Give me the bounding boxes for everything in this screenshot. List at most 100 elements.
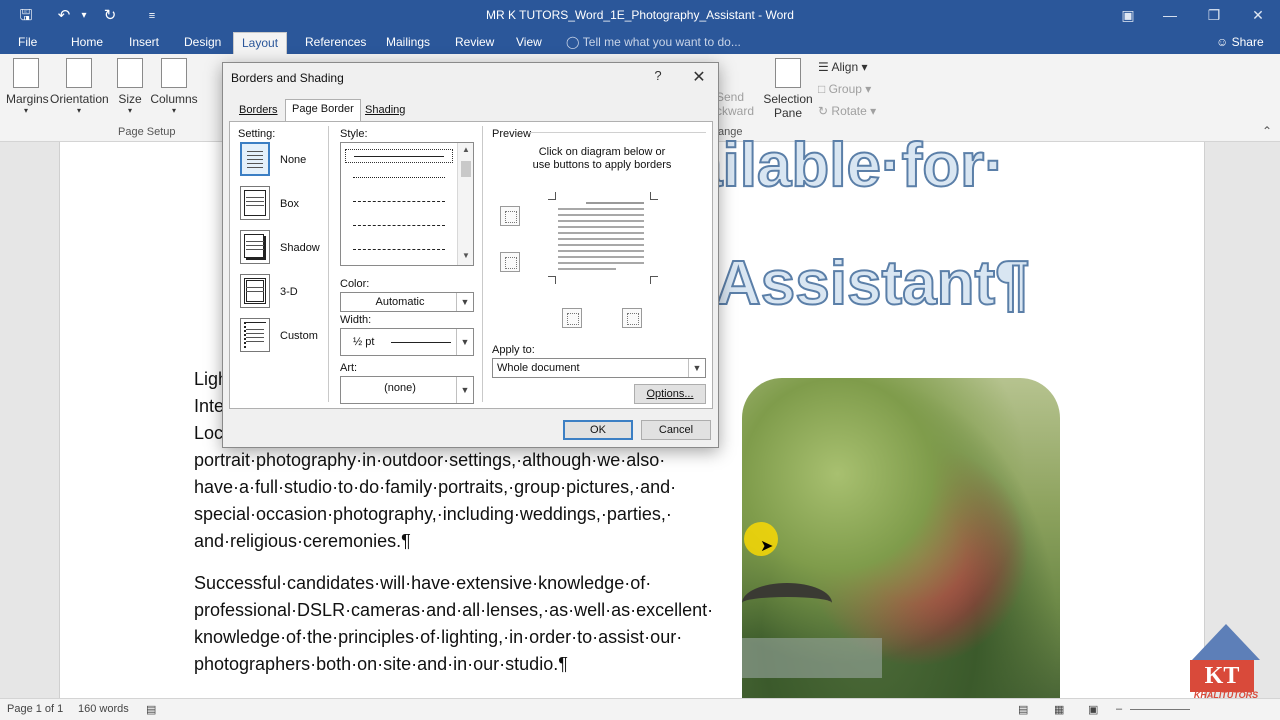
- tab-view[interactable]: View: [508, 32, 550, 54]
- lightbulb-icon: ◯: [566, 35, 580, 49]
- chevron-down-icon: ▼: [456, 293, 473, 311]
- send-backward-button[interactable]: Send ckward: [716, 90, 754, 118]
- style-dash-dot-line[interactable]: [345, 243, 453, 257]
- art-label: Art:: [340, 362, 358, 374]
- tab-design[interactable]: Design: [176, 32, 229, 54]
- ribbon-display-icon[interactable]: ▣: [1114, 4, 1142, 26]
- garden-photo[interactable]: [742, 378, 1060, 698]
- style-small-dash-line[interactable]: [345, 195, 453, 209]
- group-icon: □: [818, 82, 826, 96]
- group-button[interactable]: □ Group ▾: [818, 82, 871, 96]
- margins-icon: [13, 58, 39, 88]
- chevron-down-icon: ▼: [688, 359, 705, 377]
- close-window-button[interactable]: ✕: [1244, 4, 1272, 26]
- dialog-title: Borders and Shading: [231, 71, 344, 85]
- scroll-down-icon[interactable]: ▼: [458, 251, 474, 260]
- tab-review[interactable]: Review: [447, 32, 502, 54]
- size-icon: [117, 58, 143, 88]
- tell-me-search[interactable]: ◯ Tell me what you want to do...: [566, 32, 741, 54]
- top-border-button[interactable]: [500, 206, 520, 226]
- setting-custom-icon[interactable]: [240, 318, 270, 352]
- preview-rule: [530, 132, 706, 133]
- tab-file[interactable]: File: [10, 32, 45, 54]
- setting-box-label[interactable]: Box: [280, 198, 299, 210]
- left-border-button[interactable]: [562, 308, 582, 328]
- options-button[interactable]: Options...: [634, 384, 706, 404]
- cancel-button[interactable]: Cancel: [641, 420, 711, 440]
- color-label: Color:: [340, 278, 370, 290]
- width-sample-line: [391, 342, 451, 343]
- word-count[interactable]: 160 words: [78, 703, 129, 715]
- tab-home[interactable]: Home: [63, 32, 111, 54]
- preview-label: Preview: [492, 128, 532, 140]
- bridge-shape: [742, 583, 832, 623]
- proofing-icon[interactable]: ▤: [146, 703, 156, 716]
- setting-shadow-icon[interactable]: [240, 230, 270, 264]
- tab-page-border[interactable]: Page Border: [285, 99, 361, 121]
- align-button[interactable]: ☰ Align ▾: [818, 60, 867, 74]
- setting-none-label[interactable]: None: [280, 154, 306, 166]
- setting-custom-label[interactable]: Custom: [280, 330, 318, 342]
- divider: [482, 126, 483, 402]
- scroll-up-icon[interactable]: ▲: [458, 145, 474, 154]
- width-label: Width:: [340, 314, 372, 326]
- water-shape: [742, 638, 882, 678]
- tab-mailings[interactable]: Mailings: [378, 32, 438, 54]
- page-count[interactable]: Page 1 of 1: [7, 703, 63, 715]
- color-dropdown[interactable]: Automatic ▼: [340, 292, 474, 312]
- mouse-cursor-highlight: ➤: [744, 522, 778, 556]
- zoom-out-icon[interactable]: –: [1116, 703, 1122, 715]
- print-layout-icon[interactable]: ▦: [1054, 703, 1064, 716]
- scroll-thumb[interactable]: [461, 161, 471, 177]
- preview-diagram[interactable]: [548, 192, 658, 284]
- art-dropdown[interactable]: (none) ▼: [340, 376, 474, 404]
- setting-3d-label[interactable]: 3-D: [280, 286, 298, 298]
- close-icon[interactable]: ✕: [689, 67, 709, 87]
- orientation-button[interactable]: Orientation ▾: [50, 58, 109, 115]
- read-mode-icon[interactable]: ▤: [1018, 703, 1028, 716]
- help-icon[interactable]: ?: [649, 68, 667, 86]
- window-title: MR K TUTORS_Word_1E_Photography_Assistan…: [486, 8, 794, 22]
- columns-button[interactable]: Columns ▾: [150, 58, 198, 115]
- size-button[interactable]: Size ▾: [116, 58, 144, 115]
- orientation-icon: [66, 58, 92, 88]
- borders-and-shading-dialog: Borders and Shading ? ✕ Borders Page Bor…: [222, 62, 719, 448]
- bottom-border-button[interactable]: [500, 252, 520, 272]
- selection-pane-button[interactable]: Selection Pane: [762, 58, 814, 120]
- rotate-button[interactable]: ↻ Rotate ▾: [818, 104, 876, 118]
- setting-none-icon[interactable]: [240, 142, 270, 176]
- style-dotted-line[interactable]: [345, 171, 453, 185]
- style-solid-line[interactable]: [345, 149, 453, 163]
- divider: [328, 126, 329, 402]
- zoom-slider[interactable]: [1130, 709, 1190, 710]
- style-listbox[interactable]: ▲ ▼: [340, 142, 474, 266]
- right-border-button[interactable]: [622, 308, 642, 328]
- ribbon-tabs: File Home Insert Design Layout Reference…: [0, 32, 1280, 54]
- page-border-panel: Setting: None Box Shadow 3-D Custom Styl…: [229, 121, 713, 409]
- tab-shading[interactable]: Shading: [359, 101, 411, 121]
- margins-button[interactable]: Margins ▾: [6, 58, 49, 115]
- minimize-button[interactable]: —: [1156, 4, 1184, 26]
- share-button[interactable]: ☺ Share: [1216, 32, 1264, 54]
- tab-insert[interactable]: Insert: [121, 32, 167, 54]
- collapse-ribbon-icon[interactable]: ⌃: [1262, 124, 1272, 138]
- apply-to-dropdown[interactable]: Whole document ▼: [492, 358, 706, 378]
- width-dropdown[interactable]: ½ pt ▼: [340, 328, 474, 356]
- tab-layout[interactable]: Layout: [233, 32, 288, 54]
- ok-button[interactable]: OK: [563, 420, 633, 440]
- setting-shadow-label[interactable]: Shadow: [280, 242, 320, 254]
- style-scrollbar[interactable]: ▲ ▼: [457, 143, 473, 265]
- rotate-icon: ↻: [818, 104, 829, 118]
- setting-box-icon[interactable]: [240, 186, 270, 220]
- web-layout-icon[interactable]: ▣: [1088, 703, 1098, 716]
- tab-borders[interactable]: Borders: [233, 101, 284, 121]
- style-label: Style:: [340, 128, 368, 140]
- page-setup-group-label: Page Setup: [118, 126, 176, 138]
- selection-pane-icon: [775, 58, 801, 88]
- style-dash-line[interactable]: [345, 219, 453, 233]
- tab-references[interactable]: References: [297, 32, 374, 54]
- setting-3d-icon[interactable]: [240, 274, 270, 308]
- title-bar: 🖫 ↶ ▾ ↻ ≡ MR K TUTORS_Word_1E_Photograph…: [0, 0, 1280, 32]
- setting-label: Setting:: [238, 128, 276, 140]
- maximize-button[interactable]: ❐: [1200, 4, 1228, 26]
